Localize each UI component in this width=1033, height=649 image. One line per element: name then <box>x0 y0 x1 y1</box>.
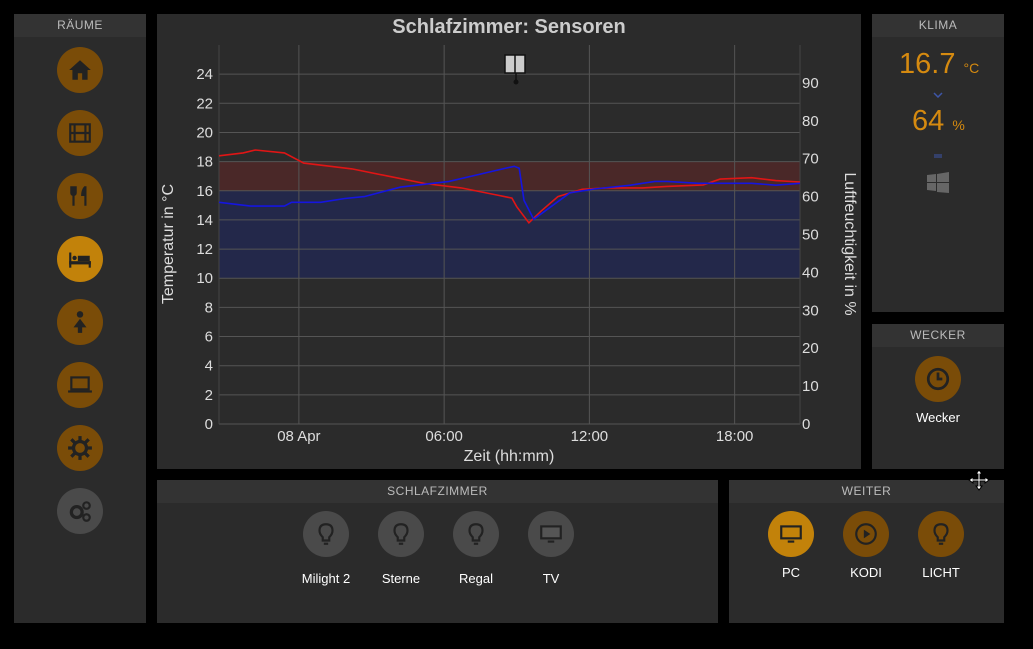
y2-tick-label: 0 <box>802 416 810 433</box>
bulb-icon <box>393 523 409 545</box>
y-tick-label: 16 <box>196 183 213 200</box>
room-bedroom-button[interactable] <box>57 236 103 282</box>
y-tick-label: 18 <box>196 154 213 171</box>
rooms-panel: RÄUME <box>14 14 146 623</box>
laptop-icon <box>68 376 92 393</box>
y-tick-label: 24 <box>196 66 213 83</box>
wecker-label: Wecker <box>916 410 960 425</box>
chart-band <box>219 190 800 279</box>
chart-title: Schlafzimmer: Sensoren <box>392 16 625 38</box>
gears-icon <box>69 501 91 522</box>
room-home-button[interactable] <box>57 47 103 93</box>
gear-icon <box>68 436 92 460</box>
film-icon <box>69 123 91 143</box>
room-dining-button[interactable] <box>57 173 103 219</box>
y2-tick-label: 20 <box>802 340 819 357</box>
y-tick-label: 20 <box>196 124 213 141</box>
licht-button[interactable] <box>918 511 964 557</box>
y-tick-label: 10 <box>196 270 213 287</box>
x-tick-label: 06:00 <box>425 428 463 445</box>
room-settings-button[interactable] <box>57 425 103 471</box>
bulb-icon <box>318 523 334 545</box>
trend-equal-icon <box>934 145 942 158</box>
y2-tick-label: 60 <box>802 189 819 206</box>
rooms-header: RÄUME <box>14 14 146 37</box>
y2-tick-label: 90 <box>802 75 819 92</box>
child-icon <box>73 311 87 333</box>
bulb-icon <box>468 523 484 545</box>
humidity-display: 64 % <box>912 105 965 138</box>
y-tick-label: 8 <box>205 299 213 316</box>
bed-icon <box>69 252 91 268</box>
clock-icon <box>926 367 950 391</box>
y-tick-label: 14 <box>196 212 213 229</box>
humidity-value: 64 <box>912 105 945 137</box>
bulb-icon <box>933 523 949 545</box>
schlafzimmer-header: SCHLAFZIMMER <box>157 480 718 503</box>
y2-tick-label: 70 <box>802 151 819 168</box>
move-cursor-icon <box>968 469 990 491</box>
temperature-value: 16.7 <box>899 48 956 80</box>
klima-panel: KLIMA 16.7 °C 64 % <box>872 14 1004 312</box>
y-tick-label: 0 <box>205 416 213 433</box>
monitor-icon <box>540 525 562 543</box>
tv-button[interactable] <box>528 511 574 557</box>
chart-y2label: Luftfeuchtigkeit in % <box>841 172 858 315</box>
room-child-button[interactable] <box>57 299 103 345</box>
wecker-header: WECKER <box>872 324 1004 347</box>
home-icon <box>69 60 91 80</box>
weiter-header: WEITER <box>729 480 1004 503</box>
cutlery-icon <box>70 186 87 206</box>
chart-export-icon[interactable] <box>504 54 526 85</box>
play-icon <box>855 523 877 545</box>
chart-xlabel: Zeit (hh:mm) <box>464 448 555 465</box>
licht-label: LICHT <box>922 565 960 580</box>
room-office-button[interactable] <box>57 362 103 408</box>
humidity-unit: % <box>952 117 965 133</box>
trend-down-icon <box>933 85 943 99</box>
y2-tick-label: 30 <box>802 302 819 319</box>
chart-band <box>219 161 800 191</box>
wecker-button[interactable] <box>915 356 961 402</box>
weiter-panel: WEITER PC KODI LICHT <box>729 480 1004 623</box>
temperature-unit: °C <box>963 60 980 76</box>
y2-tick-label: 10 <box>802 378 819 395</box>
y-tick-label: 6 <box>205 329 213 346</box>
y-tick-label: 4 <box>205 358 213 375</box>
sensor-chart: 0246810121416182022240102030405060708090… <box>160 16 858 465</box>
milight2-button[interactable] <box>303 511 349 557</box>
room-system-button[interactable] <box>57 488 103 534</box>
x-tick-label: 12:00 <box>571 428 609 445</box>
wecker-panel: WECKER Wecker <box>872 324 1004 469</box>
pc-button[interactable] <box>768 511 814 557</box>
y-tick-label: 22 <box>196 95 213 112</box>
regal-button[interactable] <box>453 511 499 557</box>
y2-tick-label: 50 <box>802 227 819 244</box>
monitor-icon <box>780 525 802 543</box>
klima-header: KLIMA <box>872 14 1004 37</box>
y-tick-label: 12 <box>196 241 213 258</box>
schlafzimmer-panel: SCHLAFZIMMER Milight 2 Sterne Regal TV <box>157 480 718 623</box>
chart-ylabel: Temperatur in °C <box>160 184 177 304</box>
temperature-display: 16.7 °C <box>899 48 979 81</box>
room-film-button[interactable] <box>57 110 103 156</box>
sterne-button[interactable] <box>378 511 424 557</box>
tv-label: TV <box>542 571 560 586</box>
kodi-button[interactable] <box>843 511 889 557</box>
y2-tick-label: 40 <box>802 264 819 281</box>
x-tick-label: 18:00 <box>716 428 754 445</box>
x-tick-label: 08 Apr <box>277 428 320 445</box>
y2-tick-label: 80 <box>802 113 819 130</box>
chart-panel: 0 2 4 6 8 10 12 14 16 18 20 22 24 0 10 20 30 40 50 60 70 80 90… <box>157 14 861 469</box>
windows-icon[interactable] <box>926 171 950 195</box>
y-tick-label: 2 <box>205 387 213 404</box>
